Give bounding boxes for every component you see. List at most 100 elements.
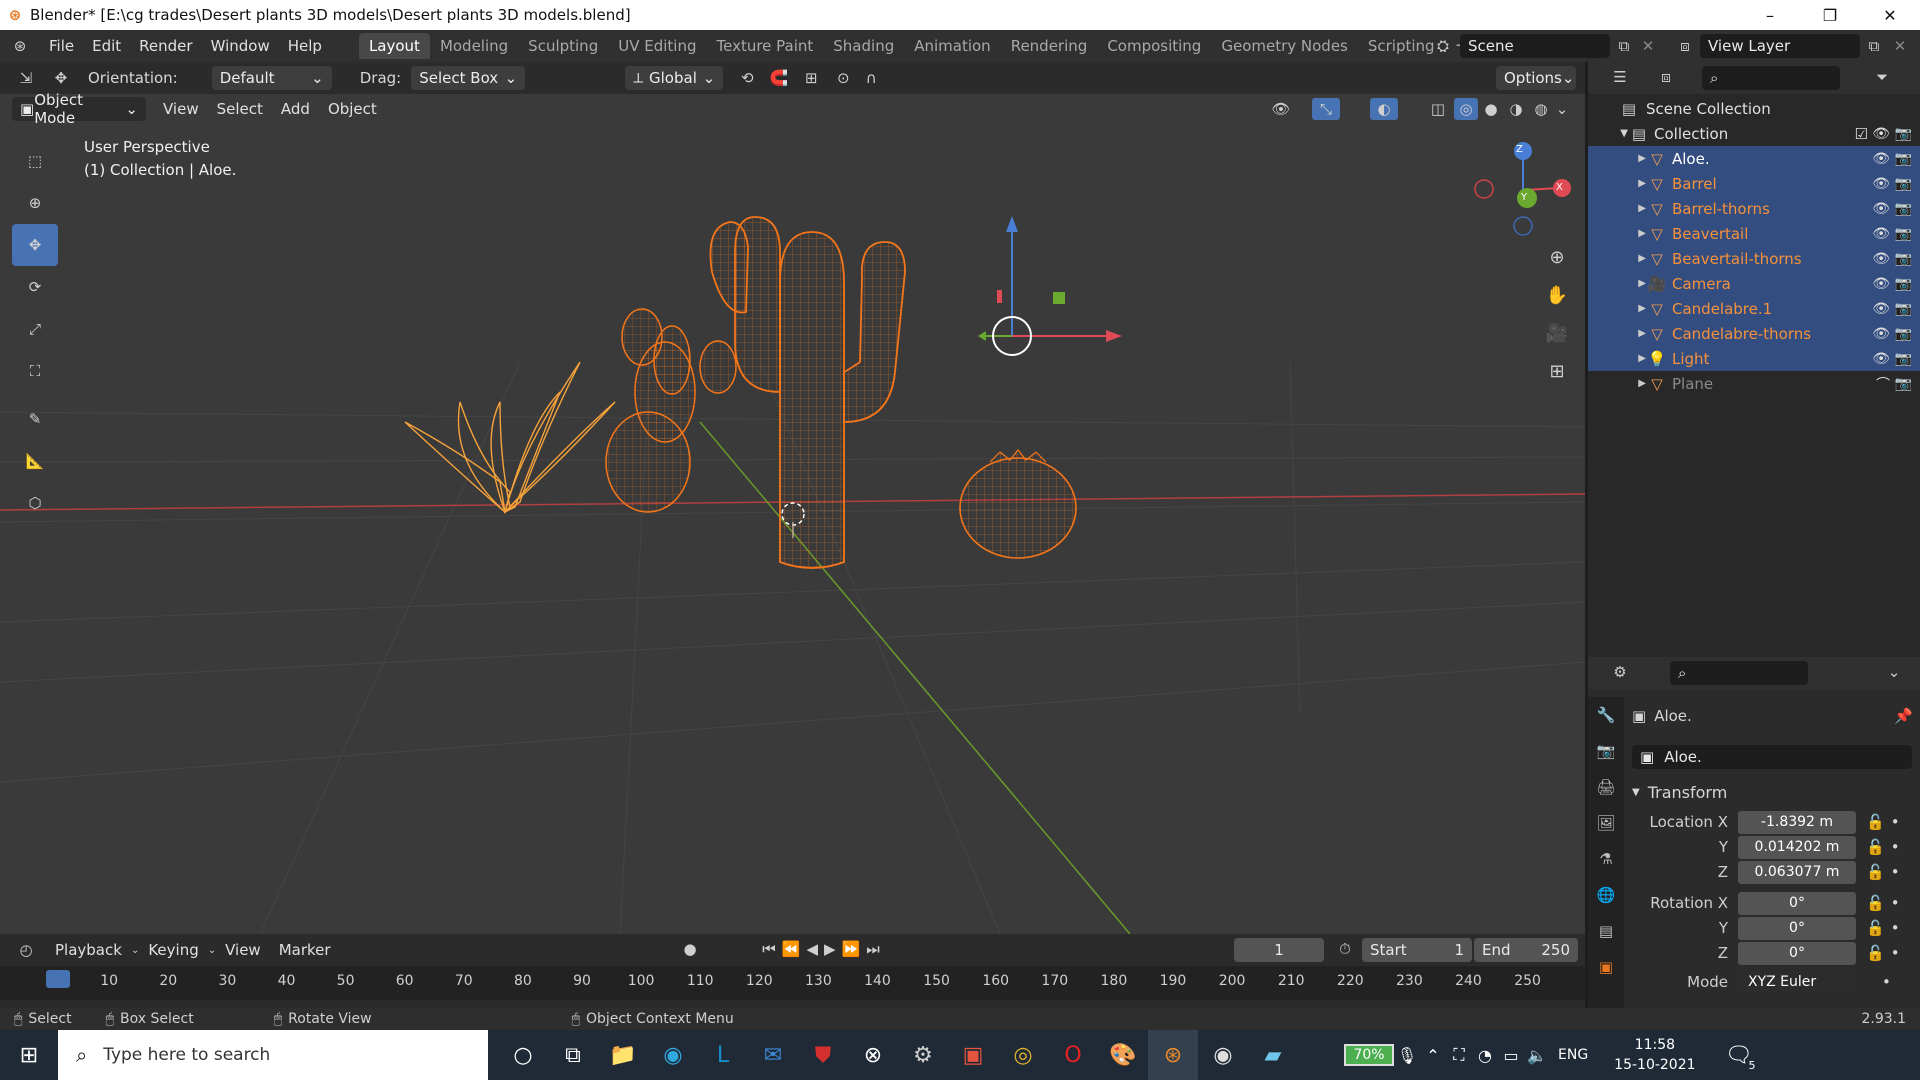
visibility-icon[interactable]: 👁 <box>1266 100 1296 118</box>
scene-collection-row[interactable]: ▤ Scene Collection <box>1588 96 1920 121</box>
xray-icon[interactable]: ◫ <box>1426 100 1450 118</box>
proportional-edit-icon[interactable]: ⊙ <box>829 69 857 87</box>
measure-tool-icon[interactable]: 📐 <box>12 440 58 482</box>
clock[interactable]: 11:58 15-10-2021 <box>1614 1035 1695 1075</box>
eye-icon[interactable]: 👁 <box>1872 176 1890 192</box>
transform-tool-icon[interactable]: ⛶ <box>12 350 58 392</box>
stopwatch-icon[interactable]: ⏱ <box>1334 940 1356 958</box>
beavertail-object[interactable] <box>605 308 737 513</box>
eye-icon[interactable]: 👁 <box>1872 151 1890 167</box>
cortana-icon[interactable]: ○ <box>498 1030 548 1080</box>
transform-panel-header[interactable]: ▼ Transform <box>1632 783 1727 802</box>
checkbox-icon[interactable]: ☑ <box>1855 125 1868 143</box>
rotation-z-field[interactable]: 0° <box>1738 941 1856 965</box>
clock-icon[interactable]: ◴ <box>6 941 46 959</box>
viewport-menu-view[interactable]: View <box>154 95 208 123</box>
timeline-frames[interactable]: 1102030405060708090100110120130140150160… <box>0 966 1585 1000</box>
eye-icon[interactable]: 👁 <box>1872 251 1890 267</box>
camera-render-icon[interactable]: 📷 <box>1895 201 1912 217</box>
snap-icon[interactable]: 🧲 <box>765 69 793 87</box>
overlay-toggle-icon[interactable]: ◐ <box>1370 98 1398 120</box>
tab-modeling[interactable]: Modeling <box>430 33 518 59</box>
camera-render-icon[interactable]: 📷 <box>1895 151 1912 167</box>
material-shading-icon[interactable]: ◑ <box>1504 100 1528 118</box>
camera-render-icon[interactable]: 📷 <box>1895 376 1912 392</box>
eye-icon[interactable]: 👁 <box>1872 276 1890 292</box>
camera-render-icon[interactable]: 📷 <box>1895 251 1912 267</box>
view-layer-selector[interactable]: View Layer <box>1700 34 1860 58</box>
eye-icon[interactable]: 👁 <box>1872 126 1890 142</box>
lock-icon[interactable]: 🔓 <box>1866 944 1885 962</box>
rotation-y-field[interactable]: 0° <box>1738 916 1856 940</box>
lock-icon[interactable]: 🔓 <box>1866 919 1885 937</box>
outliner-item[interactable]: ▶ ▽ Aloe. 👁 📷 <box>1588 146 1920 171</box>
tab-uv-editing[interactable]: UV Editing <box>608 33 706 59</box>
transform-gizmo[interactable] <box>978 216 1122 356</box>
camera-render-icon[interactable]: 📷 <box>1895 176 1912 192</box>
scene-selector[interactable]: Scene <box>1460 34 1610 58</box>
collection-row[interactable]: ▼ ▤ Collection ☑ 👁 📷 <box>1588 121 1920 146</box>
eye-icon[interactable]: 👁 <box>1872 351 1890 367</box>
viewport-canvas[interactable] <box>0 62 1585 934</box>
rendered-shading-icon[interactable]: ◍ <box>1529 100 1553 118</box>
volume-icon[interactable]: 🔈 <box>1524 1030 1550 1080</box>
viewport-menu-select[interactable]: Select <box>208 95 272 123</box>
annotate-tool-icon[interactable]: ✎ <box>12 398 58 440</box>
end-frame-field[interactable]: End 250 <box>1474 938 1578 962</box>
timeline-menu-keying[interactable]: Keying <box>139 936 207 964</box>
outliner-item[interactable]: ▶ ▽ Beavertail-thorns 👁 📷 <box>1588 246 1920 271</box>
menu-file[interactable]: File <box>40 32 83 60</box>
location-y-field[interactable]: 0.014202 m <box>1738 835 1856 859</box>
record-icon[interactable]: ● <box>680 940 700 958</box>
outliner-item[interactable]: ▶ 💡 Light 👁 📷 <box>1588 346 1920 371</box>
restore-button[interactable]: ❐ <box>1800 0 1860 30</box>
outliner-item[interactable]: ▶ ▽ Candelabre-thorns 👁 📷 <box>1588 321 1920 346</box>
tool-transform-icon[interactable]: ⇲ <box>6 69 46 87</box>
object-tab-icon[interactable]: ▣ <box>1588 949 1624 985</box>
timeline-menu-marker[interactable]: Marker <box>270 936 340 964</box>
menu-edit[interactable]: Edit <box>83 32 130 60</box>
pivot-point-icon[interactable]: ⟲ <box>729 69 765 87</box>
delete-scene-icon[interactable]: ✕ <box>1640 37 1656 55</box>
outliner-item[interactable]: ▶ ▽ Barrel 👁 📷 <box>1588 171 1920 196</box>
view-layer-icon[interactable]: ⧈ <box>1672 37 1698 55</box>
mcafee-icon[interactable]: ⛊ <box>798 1030 848 1080</box>
editor-type-icon[interactable]: ⚙ <box>1600 663 1640 681</box>
language-indicator[interactable]: ENG <box>1558 1047 1588 1063</box>
tab-layout[interactable]: Layout <box>358 33 430 59</box>
menu-help[interactable]: Help <box>279 32 331 60</box>
file-explorer-icon[interactable]: 📁 <box>598 1030 648 1080</box>
eye-icon[interactable]: 👁 <box>1872 201 1890 217</box>
tab-animation[interactable]: Animation <box>904 33 1000 59</box>
camera-view-icon[interactable]: 🎥 <box>1544 320 1570 346</box>
options-dropdown[interactable]: Options ⌄ <box>1496 66 1576 90</box>
filter-icon[interactable]: ⏷ <box>1862 68 1902 86</box>
orientation-dropdown[interactable]: Default ⌄ <box>211 66 332 90</box>
cursor-tool-icon[interactable]: ⊕ <box>12 182 58 224</box>
candelabre-object[interactable] <box>709 216 906 569</box>
playback-controls[interactable]: ⏮⏪◀▶⏩⏭ <box>734 940 914 958</box>
lumion-icon[interactable]: L <box>698 1030 748 1080</box>
taskbar-search[interactable]: ⌕ Type here to search <box>58 1030 488 1080</box>
location-z-field[interactable]: 0.063077 m <box>1738 860 1856 884</box>
camera-render-icon[interactable]: 📷 <box>1895 276 1912 292</box>
tab-shading[interactable]: Shading <box>823 33 904 59</box>
world-tab-icon[interactable]: 🌐 <box>1588 877 1624 913</box>
network-icon[interactable]: ⛶ <box>1446 1030 1472 1080</box>
app-red-icon[interactable]: ▣ <box>948 1030 998 1080</box>
blender-menu-icon[interactable]: ⊛ <box>0 37 40 55</box>
outliner-search[interactable]: ⌕ <box>1702 66 1840 90</box>
windows-start-icon[interactable]: ⊞ <box>0 1030 58 1080</box>
grid-view-icon[interactable]: ⊞ <box>1544 358 1570 384</box>
solid-shading-icon[interactable]: ● <box>1479 100 1503 118</box>
current-frame-field[interactable]: 1 <box>1234 938 1324 962</box>
blender-taskbar-icon[interactable]: ⊛ <box>1148 1030 1198 1080</box>
eye-icon[interactable]: 👁 <box>1872 326 1890 342</box>
start-frame-field[interactable]: Start 1 <box>1362 938 1472 962</box>
scene-icon[interactable]: ⛭ <box>1428 37 1458 55</box>
viewport-menu-add[interactable]: Add <box>272 95 319 123</box>
mail-icon[interactable]: ✉ <box>748 1030 798 1080</box>
wifi-icon[interactable]: ◔ <box>1472 1030 1498 1080</box>
outliner-item[interactable]: ▶ ▽ Beavertail 👁 📷 <box>1588 221 1920 246</box>
camera-render-icon[interactable]: 📷 <box>1895 326 1912 342</box>
